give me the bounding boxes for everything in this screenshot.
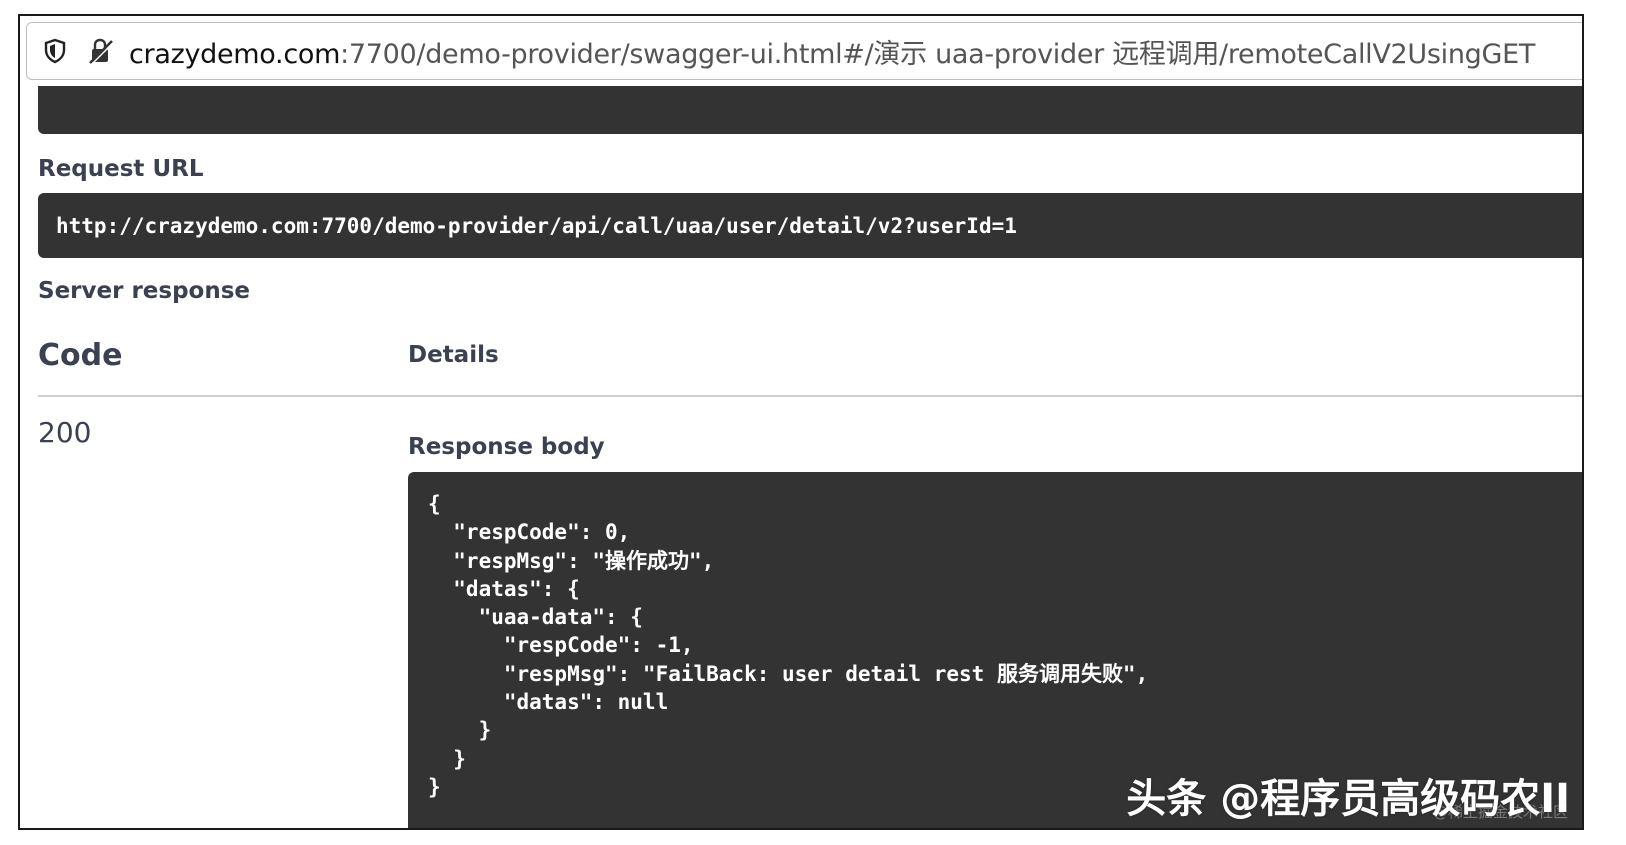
request-url-label: Request URL — [38, 156, 204, 182]
response-body-line: "uaa-data": { — [428, 605, 643, 630]
table-divider — [38, 395, 1582, 397]
response-body-line: } — [428, 718, 492, 743]
response-body-block[interactable]: { "respCode": 0, "respMsg": "操作成功", "dat… — [408, 472, 1582, 828]
url-host: crazydemo.com — [129, 38, 341, 70]
details-column-header: Details — [408, 342, 499, 368]
watermark: 头条 @程序员高级码农II — [1126, 776, 1570, 822]
response-body-line: "respCode": -1, — [428, 633, 694, 658]
previous-code-block — [38, 86, 1582, 134]
url-text[interactable]: crazydemo.com:7700/demo-provider/swagger… — [129, 32, 1535, 71]
shield-icon[interactable] — [41, 37, 69, 65]
response-body-line: "respCode": 0, — [428, 520, 631, 545]
request-url-block[interactable]: http://crazydemo.com:7700/demo-provider/… — [38, 193, 1582, 258]
response-body-line: "datas": { — [428, 576, 580, 601]
url-path: :7700/demo-provider/swagger-ui.html#/演示 … — [340, 38, 1536, 70]
response-body-line: "datas": null — [428, 690, 669, 715]
server-response-label: Server response — [38, 278, 251, 304]
status-code: 200 — [38, 416, 92, 449]
insecure-lock-icon[interactable] — [87, 37, 115, 65]
request-url-text[interactable]: http://crazydemo.com:7700/demo-provider/… — [56, 214, 1017, 238]
response-body-line: "respMsg": "操作成功", — [428, 548, 715, 573]
browser-window: crazydemo.com:7700/demo-provider/swagger… — [18, 14, 1584, 830]
code-column-header: Code — [38, 338, 123, 373]
address-bar[interactable]: crazydemo.com:7700/demo-provider/swagger… — [26, 22, 1582, 80]
response-body-line: "respMsg": "FailBack: user detail rest 服… — [428, 661, 1149, 686]
response-body-label: Response body — [408, 434, 605, 460]
response-body-line: { — [428, 492, 441, 516]
